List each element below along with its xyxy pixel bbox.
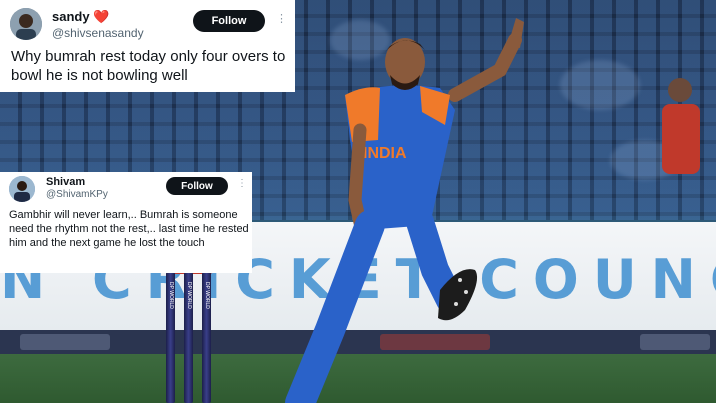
- avatar[interactable]: [9, 176, 35, 202]
- display-name[interactable]: Shivam: [46, 176, 85, 188]
- more-options-icon[interactable]: ⋮: [276, 12, 287, 25]
- stump: DP WORLD: [166, 272, 175, 403]
- display-name: sandy: [52, 9, 90, 24]
- tweet-text: Gambhir will never learn,.. Bumrah is so…: [9, 209, 249, 249]
- user-handle[interactable]: @ShivamKPy: [46, 189, 108, 200]
- heart-emoji-icon: ❤️: [93, 9, 110, 24]
- crowd-light: [560, 60, 640, 110]
- avatar[interactable]: [10, 8, 42, 40]
- stump-text: DP WORLD: [204, 282, 210, 309]
- spectator: [662, 78, 700, 174]
- stump-text: DP WORLD: [186, 282, 192, 309]
- follow-button[interactable]: Follow: [193, 10, 265, 32]
- sponsor-logo: [640, 334, 710, 350]
- user-name[interactable]: sandy ❤️: [52, 9, 109, 25]
- more-options-icon[interactable]: ⋮: [237, 178, 247, 189]
- jersey-text: INDIA: [363, 145, 407, 162]
- tweet-text: Why bumrah rest today only four overs to…: [11, 48, 286, 84]
- stump-text: DP WORLD: [168, 282, 174, 309]
- user-handle[interactable]: @shivsenasandy: [52, 26, 144, 40]
- profile-photo-icon: [9, 176, 35, 202]
- stump: DP WORLD: [184, 272, 193, 403]
- sponsor-logo: [20, 334, 110, 350]
- profile-photo-icon: [10, 8, 42, 40]
- stump: DP WORLD: [202, 272, 211, 403]
- tweet-card: sandy ❤️ @shivsenasandy Follow ⋮ Why bum…: [0, 0, 295, 92]
- follow-button[interactable]: Follow: [166, 177, 228, 195]
- bowler-figure: INDIA: [285, 18, 524, 403]
- tweet-card: Shivam @ShivamKPy Follow ⋮ Gambhir will …: [0, 172, 252, 273]
